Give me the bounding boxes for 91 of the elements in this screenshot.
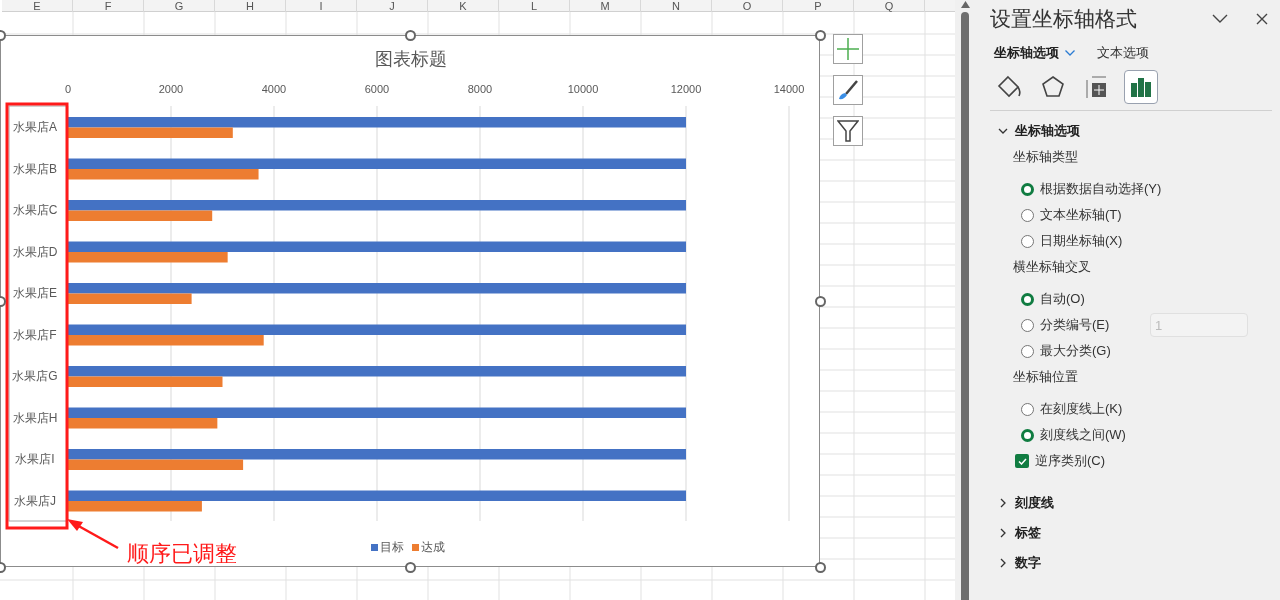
panel-title: 设置坐标轴格式 [990, 6, 1138, 33]
legend-label: 目标 [380, 539, 404, 556]
column-header[interactable]: M [570, 0, 641, 12]
scrollbar-thumb[interactable] [961, 12, 969, 600]
radio-button[interactable] [1021, 182, 1034, 196]
column-header[interactable]: F [73, 0, 144, 12]
resize-handle[interactable] [405, 562, 416, 573]
radio-label: 日期坐标轴(X) [1040, 232, 1124, 251]
chart-styles-button[interactable] [833, 75, 863, 105]
category-label: 水果店A [13, 120, 57, 134]
category-label: 水果店J [14, 493, 56, 508]
axis-tick-label: 4000 [261, 83, 287, 95]
radio-button[interactable] [1021, 292, 1034, 306]
radio-label: 自动(O) [1040, 290, 1086, 309]
section-header[interactable]: 刻度线 [990, 490, 1054, 516]
column-header[interactable]: I [286, 0, 357, 12]
chevron-right-icon [998, 558, 1008, 568]
panel-tab[interactable]: 文本选项 [1097, 43, 1149, 63]
column-header[interactable]: H [215, 0, 286, 12]
radio-label: 最大分类(G) [1040, 342, 1112, 361]
radio-label: 根据数据自动选择(Y) [1040, 180, 1162, 199]
category-label: 水果店C [12, 203, 58, 217]
chart-elements-button[interactable] [833, 34, 863, 64]
checkbox[interactable] [1015, 454, 1029, 468]
plus-icon [837, 38, 859, 60]
radio-label: 分类编号(E) [1040, 316, 1111, 335]
radio-label: 在刻度线上(K) [1040, 400, 1124, 419]
legend-label: 达成 [421, 539, 445, 556]
column-header[interactable]: K [428, 0, 499, 12]
format-tab[interactable] [1124, 70, 1158, 104]
category-label: 水果店H [12, 410, 58, 425]
category-label: 水果店F [13, 327, 57, 342]
chart-filters-button[interactable] [833, 116, 863, 146]
filter-icon [837, 119, 859, 143]
chevron-down-icon[interactable] [1212, 14, 1228, 24]
section-header[interactable]: 数字 [990, 550, 1041, 576]
scroll-up-icon[interactable] [960, 1, 970, 8]
pentagon-icon [1040, 74, 1066, 100]
chart-title: 图表标题 [374, 48, 448, 71]
category-label: 水果店I [15, 452, 55, 466]
chart-area[interactable]: 图表标题 0 2000 4000 6000 8000 10000 12000 14000 水果店A 水果店B 水果店C 水果店D 水果店E 水果店F 水果店G 水果店H 水果店I 水果店J 顺序已调整 目标 达成 [0, 35, 820, 567]
section-header[interactable]: 坐标轴选项 [990, 118, 1080, 144]
axis-tick-label: 6000 [364, 83, 390, 95]
radio-label: 文本坐标轴(T) [1040, 206, 1123, 225]
paint-bucket-icon [996, 74, 1022, 100]
column-header[interactable]: G [144, 0, 215, 12]
chevron-down-icon [1065, 50, 1075, 56]
column-header[interactable]: E [2, 0, 73, 12]
annotation-arrow [67, 519, 119, 550]
legend-swatch [412, 543, 419, 551]
checkbox-label: 逆序类别(C) [1035, 452, 1106, 471]
panel-tab[interactable]: 坐标轴选项 [994, 43, 1075, 63]
radio-button[interactable] [1021, 428, 1034, 442]
column-header[interactable]: Q [854, 0, 925, 12]
radio-button[interactable] [1021, 402, 1034, 416]
legend-swatch [371, 543, 378, 551]
group-heading: 坐标轴位置 [1012, 368, 1079, 386]
radio-button[interactable] [1021, 234, 1034, 248]
axis-tick-label: 14000 [773, 83, 805, 95]
radio-button[interactable] [1021, 208, 1034, 222]
axis-tick-label: 0 [64, 83, 72, 95]
axis-tick-label: 2000 [158, 83, 184, 95]
axis-tick-label: 10000 [567, 83, 599, 95]
radio-button[interactable] [1021, 318, 1034, 332]
axis-tick-label: 12000 [670, 83, 702, 95]
radio-label: 刻度线之间(W) [1040, 426, 1127, 445]
section-header[interactable]: 标签 [990, 520, 1041, 546]
radio-button[interactable] [1021, 344, 1034, 358]
category-label: 水果店E [13, 286, 57, 300]
column-header[interactable]: P [783, 0, 854, 12]
column-header[interactable]: N [641, 0, 712, 12]
category-label: 水果店G [12, 369, 58, 383]
checkmark-icon [1017, 457, 1027, 465]
axis-tick-label: 8000 [467, 83, 493, 95]
resize-handle[interactable] [405, 30, 416, 41]
group-heading: 坐标轴类型 [1012, 148, 1079, 166]
close-icon[interactable] [1256, 13, 1268, 25]
chevron-down-icon [998, 126, 1008, 136]
column-header[interactable]: L [499, 0, 570, 12]
resize-handle[interactable] [815, 562, 826, 573]
annotation-text: 顺序已调整 [127, 541, 237, 567]
chevron-right-icon [998, 528, 1008, 538]
resize-handle[interactable] [815, 296, 826, 307]
chevron-right-icon [998, 498, 1008, 508]
group-heading: 横坐标轴交叉 [1012, 258, 1092, 276]
brush-icon [837, 79, 859, 101]
category-label: 水果店D [12, 244, 58, 259]
resize-handle[interactable] [815, 30, 826, 41]
column-header[interactable]: J [357, 0, 428, 12]
category-label: 水果店B [13, 161, 57, 176]
column-header[interactable]: O [712, 0, 783, 12]
